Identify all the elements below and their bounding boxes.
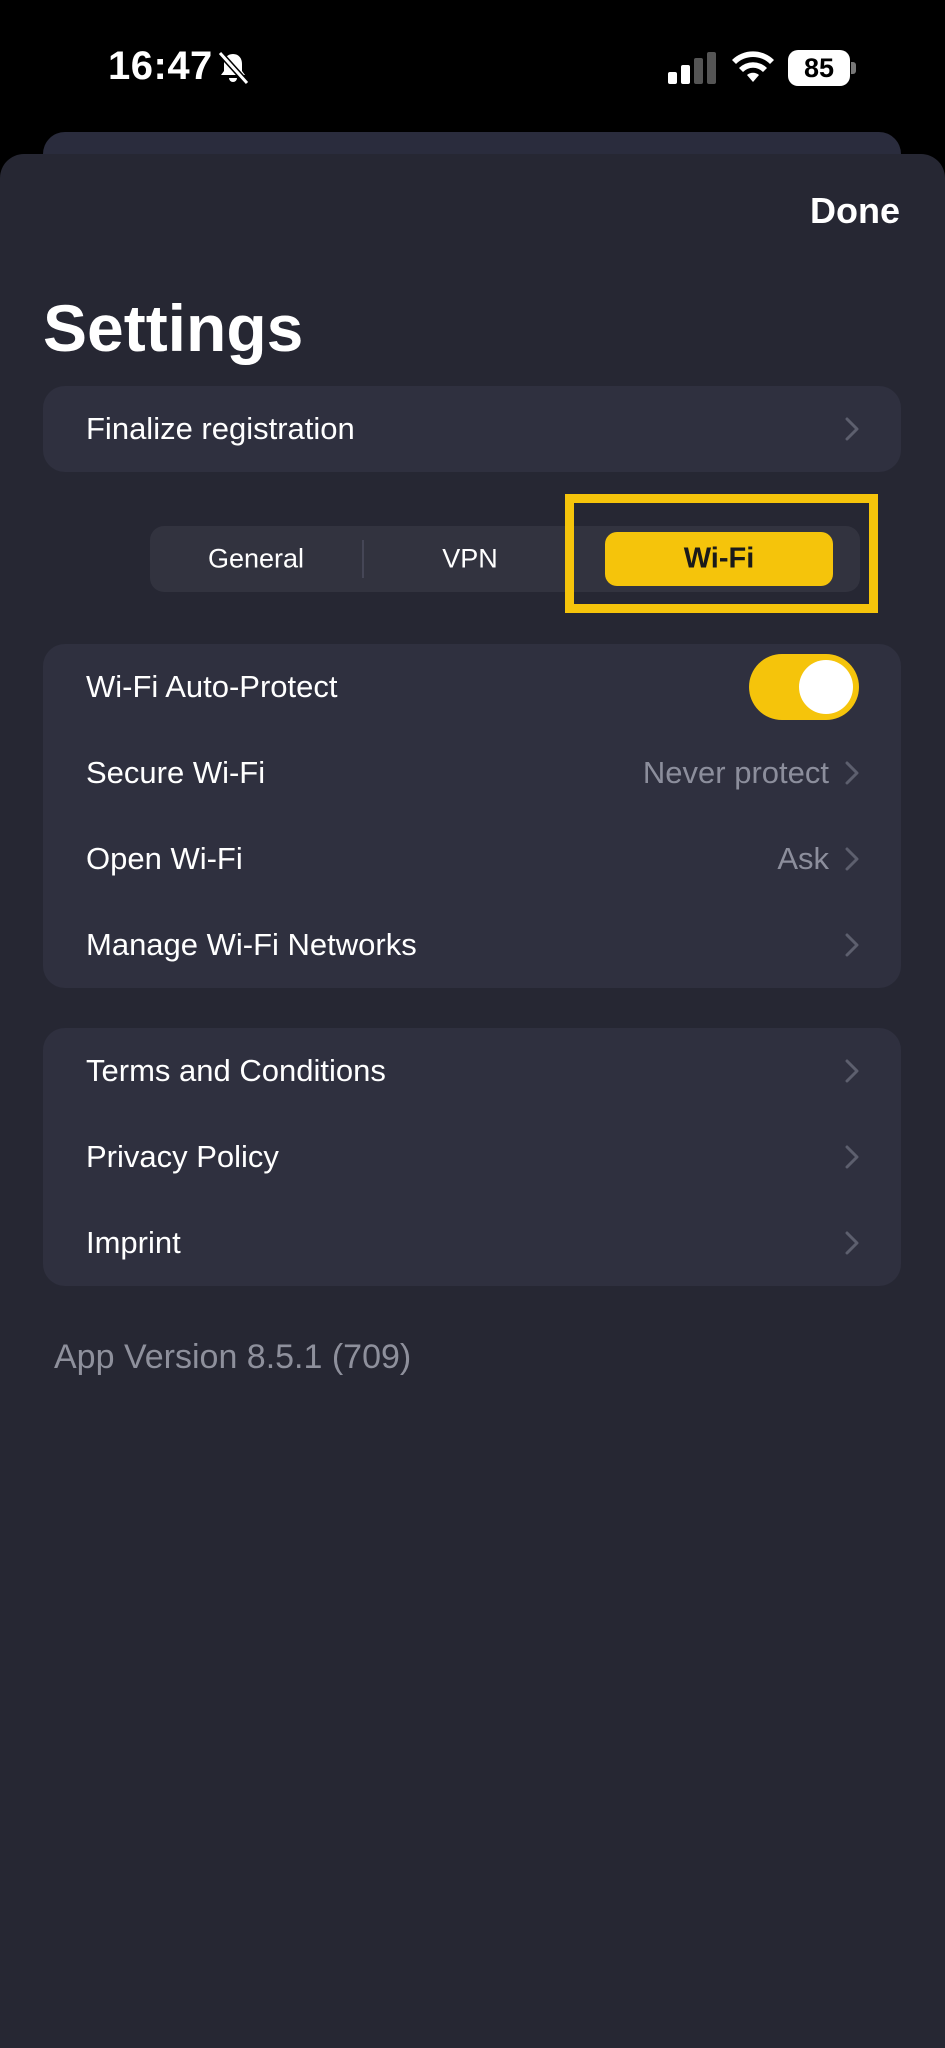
battery-icon: 85 <box>788 50 856 86</box>
open-wifi-row[interactable]: Open Wi-Fi Ask <box>43 816 901 902</box>
wifi-auto-protect-toggle[interactable] <box>749 654 859 720</box>
battery-level: 85 <box>788 50 850 86</box>
tab-vpn[interactable]: VPN <box>364 544 576 575</box>
open-wifi-value: Ask <box>777 841 829 876</box>
terms-row[interactable]: Terms and Conditions <box>43 1028 901 1114</box>
chevron-right-icon <box>845 1145 859 1169</box>
page-title: Settings <box>43 291 304 365</box>
wifi-icon <box>732 51 774 82</box>
chevron-right-icon <box>845 417 859 441</box>
chevron-right-icon <box>845 761 859 785</box>
bell-slash-icon <box>217 50 250 86</box>
tab-general[interactable]: General <box>150 544 362 575</box>
wifi-auto-protect-label: Wi-Fi Auto-Protect <box>86 669 338 704</box>
secure-wifi-label: Secure Wi-Fi <box>86 755 266 790</box>
app-version: App Version 8.5.1 (709) <box>54 1338 412 1376</box>
open-wifi-label: Open Wi-Fi <box>86 841 243 876</box>
finalize-registration-label: Finalize registration <box>86 411 355 446</box>
chevron-right-icon <box>845 1059 859 1083</box>
legal-card: Terms and Conditions Privacy Policy Impr… <box>43 1028 901 1286</box>
terms-label: Terms and Conditions <box>86 1053 386 1088</box>
finalize-registration-row[interactable]: Finalize registration <box>43 386 901 472</box>
imprint-row[interactable]: Imprint <box>43 1200 901 1286</box>
done-button[interactable]: Done <box>810 190 900 232</box>
privacy-policy-label: Privacy Policy <box>86 1139 279 1174</box>
wifi-auto-protect-row: Wi-Fi Auto-Protect <box>43 644 901 730</box>
signal-icon <box>668 52 716 84</box>
secure-wifi-value: Never protect <box>642 755 829 790</box>
status-time: 16:47 <box>108 44 213 88</box>
wifi-settings-card: Wi-Fi Auto-Protect Secure Wi-Fi Never pr… <box>43 644 901 988</box>
status-bar: 16:47 85 <box>0 0 945 130</box>
chevron-right-icon <box>845 933 859 957</box>
chevron-right-icon <box>845 1231 859 1255</box>
toggle-knob <box>799 660 853 714</box>
highlight-box <box>565 494 878 613</box>
manage-wifi-networks-label: Manage Wi-Fi Networks <box>86 927 417 962</box>
manage-wifi-networks-row[interactable]: Manage Wi-Fi Networks <box>43 902 901 988</box>
privacy-policy-row[interactable]: Privacy Policy <box>43 1114 901 1200</box>
imprint-label: Imprint <box>86 1225 181 1260</box>
secure-wifi-row[interactable]: Secure Wi-Fi Never protect <box>43 730 901 816</box>
chevron-right-icon <box>845 847 859 871</box>
